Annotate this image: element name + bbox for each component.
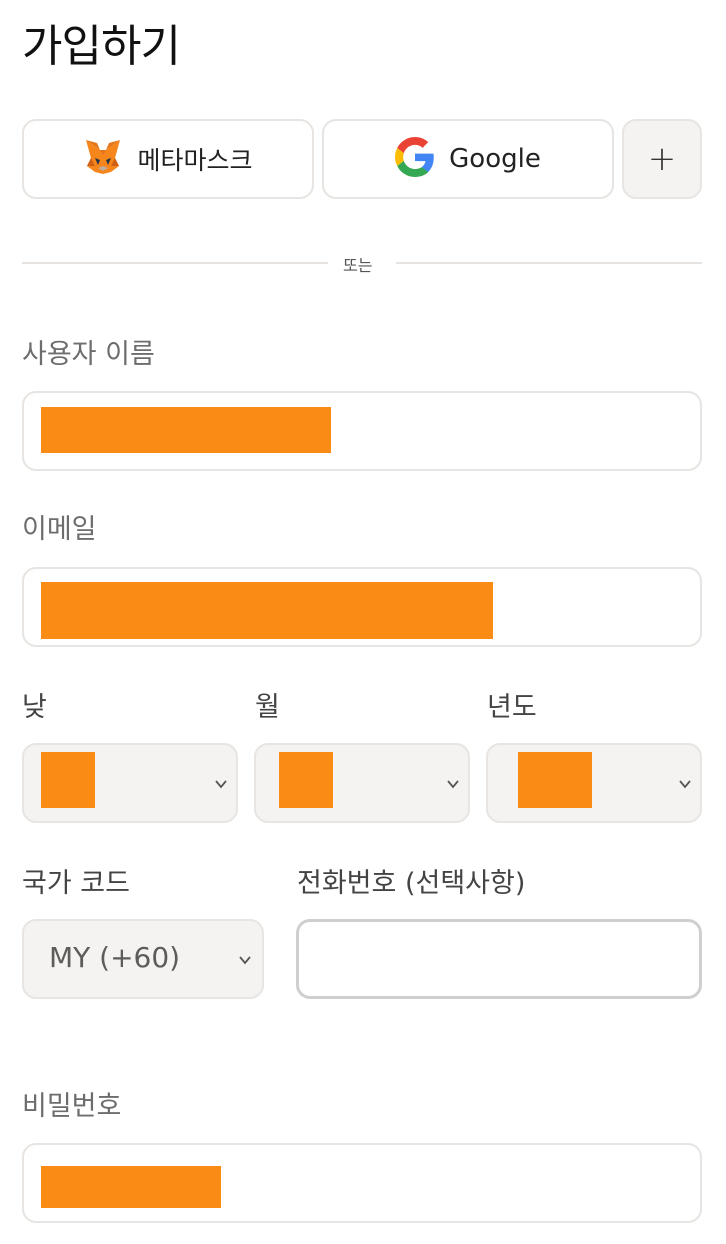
more-options-button[interactable]: + xyxy=(622,119,702,199)
chevron-down-icon xyxy=(215,780,227,789)
or-text: 또는 xyxy=(343,256,373,275)
day-select[interactable] xyxy=(22,743,238,823)
google-g-icon xyxy=(395,137,435,181)
password-input[interactable] xyxy=(22,1143,702,1223)
divider-right xyxy=(396,262,702,264)
username-input[interactable] xyxy=(22,391,702,471)
email-label: 이메일 xyxy=(22,514,97,545)
redaction-block xyxy=(41,752,95,808)
phone-label: 전화번호 (선택사항) xyxy=(297,868,526,899)
page-title: 가입하기 xyxy=(22,21,181,72)
year-label: 년도 xyxy=(487,692,537,723)
email-input[interactable] xyxy=(22,567,702,647)
password-label: 비밀번호 xyxy=(22,1091,122,1122)
metamask-fox-icon xyxy=(83,138,123,180)
divider-left xyxy=(22,262,328,264)
country-code-value: MY (+60) xyxy=(49,941,181,974)
phone-input[interactable] xyxy=(296,919,702,999)
metamask-button[interactable]: 메타마스크 xyxy=(22,119,314,199)
chevron-down-icon xyxy=(447,780,459,789)
redaction-block xyxy=(41,1166,221,1208)
redaction-block xyxy=(41,407,331,453)
metamask-label: 메타마스크 xyxy=(137,146,253,175)
chevron-down-icon xyxy=(679,780,691,789)
redaction-block xyxy=(41,582,493,639)
year-select[interactable] xyxy=(486,743,702,823)
plus-icon: + xyxy=(647,139,677,179)
redaction-block xyxy=(279,752,333,808)
redaction-block xyxy=(518,752,592,808)
month-label: 월 xyxy=(255,692,280,723)
country-code-label: 국가 코드 xyxy=(22,868,130,899)
google-button[interactable]: Google xyxy=(322,119,614,199)
day-label: 낮 xyxy=(22,692,47,723)
username-label: 사용자 이름 xyxy=(22,339,155,370)
country-code-select[interactable]: MY (+60) xyxy=(22,919,264,999)
google-label: Google xyxy=(449,144,541,174)
month-select[interactable] xyxy=(254,743,470,823)
chevron-down-icon xyxy=(239,956,251,965)
